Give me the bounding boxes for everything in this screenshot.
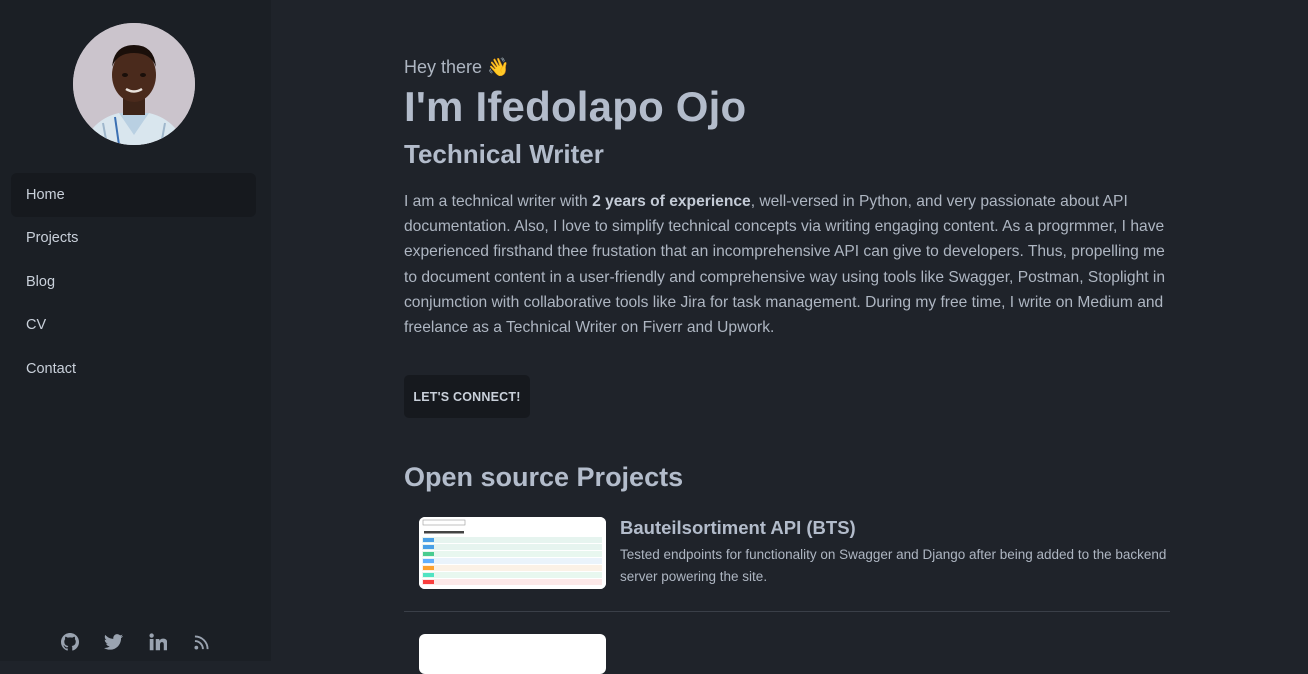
lets-connect-button[interactable]: LET'S CONNECT! [404,375,530,418]
sidebar-item-label: Blog [26,273,56,290]
project-description: Tested endpoints for functionality on Sw… [620,547,1167,584]
rss-icon[interactable] [191,631,213,653]
sidebar: Home Projects Blog CV Contact [0,0,271,661]
project-thumbnail [419,517,606,589]
sidebar-item-label: Contact [26,360,76,377]
project-card[interactable]: Bauteilsortiment API (BTS) Tested endpoi… [404,517,1170,612]
twitter-icon[interactable] [103,631,125,653]
bio-highlight: 2 years of experience [592,193,751,210]
sidebar-nav: Home Projects Blog CV Contact [11,173,256,391]
linkedin-icon[interactable] [147,631,169,653]
github-icon[interactable] [59,631,81,653]
sidebar-item-label: Home [26,186,65,203]
role-subtitle: Technical Writer [404,139,604,169]
bio-text-start: I am a technical writer with [404,193,593,210]
sidebar-item-cv[interactable]: CV [11,304,256,348]
avatar [73,23,195,145]
project-thumbnail [419,634,606,674]
page-title: I'm Ifedolapo Ojo [404,83,747,130]
sidebar-item-label: CV [26,317,47,334]
bio-text-end: , well-versed in Python, and very passio… [404,193,1166,337]
greeting: Hey there 👋 [404,57,510,77]
project-card[interactable] [404,634,1170,674]
projects-section-title: Open source Projects [404,462,684,492]
bio-paragraph: I am a technical writer with 2 years of … [404,189,1174,340]
sidebar-item-home[interactable]: Home [11,173,256,217]
sidebar-item-contact[interactable]: Contact [11,347,256,391]
sidebar-item-blog[interactable]: Blog [11,260,256,304]
project-title[interactable]: Bauteilsortiment API (BTS) [620,517,856,539]
sidebar-item-projects[interactable]: Projects [11,217,256,261]
sidebar-item-label: Projects [26,230,79,247]
social-links [0,630,271,654]
